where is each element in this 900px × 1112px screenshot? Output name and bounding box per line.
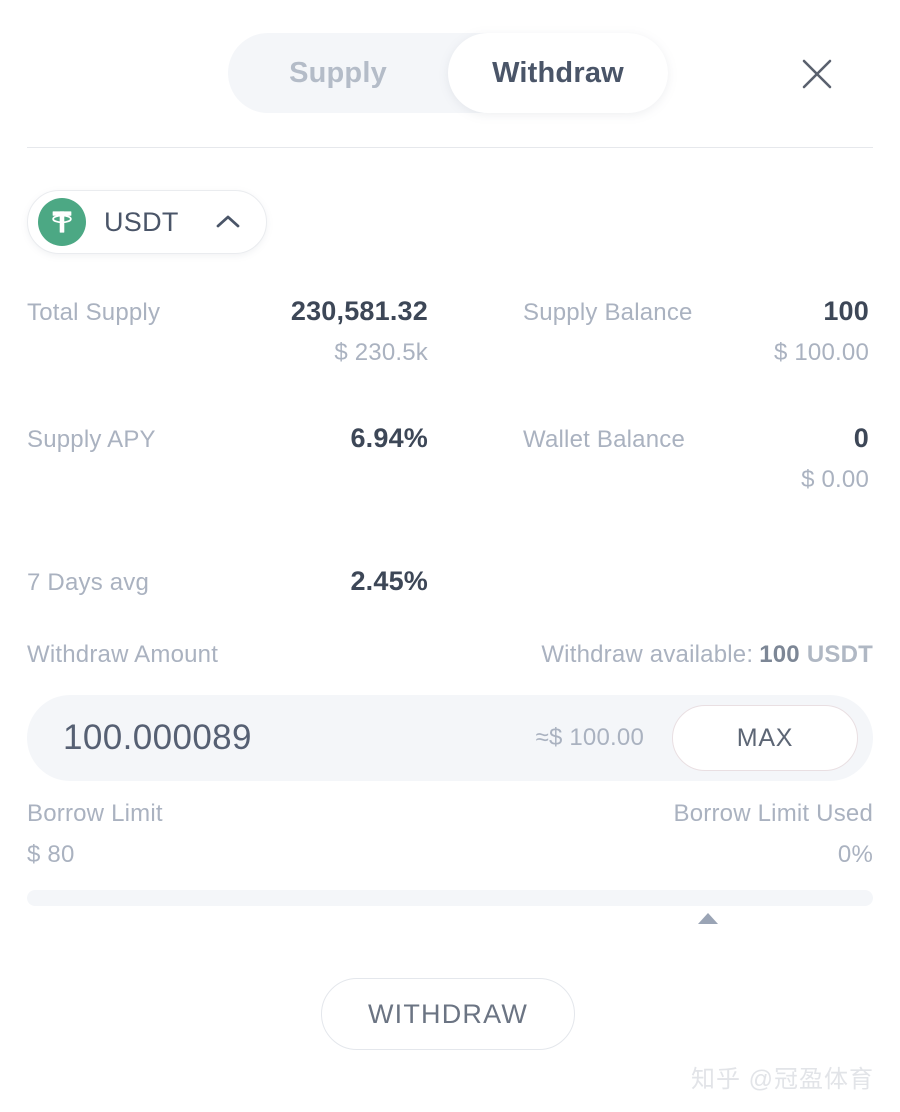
stat-sub-value: $ 0.00 — [801, 466, 869, 493]
borrow-limit-value: $ 80 — [27, 841, 75, 868]
withdraw-available: Withdraw available: 100 USDT — [541, 641, 873, 669]
stat-label: Total Supply — [27, 299, 161, 326]
modal-header: Supply Withdraw — [0, 0, 900, 148]
borrow-limit-progress-bar[interactable] — [27, 890, 873, 906]
borrow-limit-progress-marker — [698, 913, 718, 924]
close-icon — [800, 57, 834, 91]
withdraw-amount-input[interactable] — [63, 718, 536, 758]
chevron-up-icon — [215, 214, 241, 230]
stat-value: 100 — [823, 296, 869, 326]
withdraw-modal: Supply Withdraw USDT Total Supply 230,58… — [0, 0, 900, 1112]
stats-row-1: Total Supply 230,581.32 $ 230.5k Supply … — [0, 296, 900, 367]
stat-seven-days-avg: 7 Days avg 2.45% — [0, 566, 450, 597]
borrow-limit-label: Borrow Limit — [27, 800, 163, 827]
withdraw-amount-field[interactable]: ≈$ 100.00 MAX — [27, 695, 873, 781]
stats-grid: Total Supply 230,581.32 $ 230.5k Supply … — [0, 296, 900, 597]
stat-sub-value: $ 230.5k — [334, 339, 428, 366]
stats-row-spacer — [0, 494, 900, 566]
tab-withdraw[interactable]: Withdraw — [448, 33, 668, 113]
stat-value: 6.94% — [350, 423, 428, 453]
stat-label: 7 Days avg — [27, 569, 150, 596]
stat-supply-apy: Supply APY 6.94% — [0, 423, 450, 494]
borrow-limit-values: $ 80 0% — [27, 828, 873, 869]
stat-value: 2.45% — [350, 566, 428, 596]
withdraw-available-amount: 100 — [759, 641, 800, 668]
borrow-limit-section: Borrow Limit Borrow Limit Used $ 80 0% — [27, 800, 873, 869]
withdraw-amount-usd-approx: ≈$ 100.00 — [535, 724, 644, 751]
stat-total-supply: Total Supply 230,581.32 $ 230.5k — [0, 296, 450, 367]
token-symbol-label: USDT — [104, 206, 179, 237]
stat-supply-balance: Supply Balance 100 $ 100.00 — [450, 296, 900, 367]
max-button[interactable]: MAX — [672, 705, 858, 771]
tether-logo-icon — [38, 198, 86, 246]
stat-wallet-balance: Wallet Balance 0 $ 0.00 — [450, 423, 900, 494]
withdraw-submit-button[interactable]: WITHDRAW — [321, 978, 575, 1050]
stats-row-spacer — [0, 367, 900, 423]
stat-value: 230,581.32 — [290, 296, 428, 326]
stat-label: Wallet Balance — [523, 426, 685, 453]
stats-row-2: Supply APY 6.94% Wallet Balance 0 $ 0.00 — [0, 423, 900, 494]
token-selector[interactable]: USDT — [27, 190, 267, 254]
borrow-limit-labels: Borrow Limit Borrow Limit Used — [27, 800, 873, 828]
watermark: 知乎 @冠盈体育 — [690, 1066, 874, 1093]
withdraw-amount-header: Withdraw Amount Withdraw available: 100 US… — [27, 641, 873, 669]
tab-switcher: Supply Withdraw — [228, 33, 668, 113]
borrow-limit-used-label: Borrow Limit Used — [673, 800, 873, 827]
close-button[interactable] — [796, 53, 838, 95]
stat-value: 0 — [853, 423, 869, 453]
tab-supply[interactable]: Supply — [228, 33, 448, 113]
withdraw-available-prefix: Withdraw available: — [541, 641, 754, 668]
stats-empty-cell — [450, 566, 900, 597]
header-divider — [27, 147, 873, 148]
borrow-limit-used-value: 0% — [837, 841, 873, 868]
stats-row-3: 7 Days avg 2.45% — [0, 566, 900, 597]
withdraw-amount-label: Withdraw Amount — [27, 641, 219, 668]
stat-sub-value: $ 100.00 — [773, 339, 869, 366]
withdraw-available-symbol: USDT — [806, 641, 873, 668]
stat-label: Supply APY — [27, 426, 156, 453]
stat-label: Supply Balance — [523, 299, 693, 326]
